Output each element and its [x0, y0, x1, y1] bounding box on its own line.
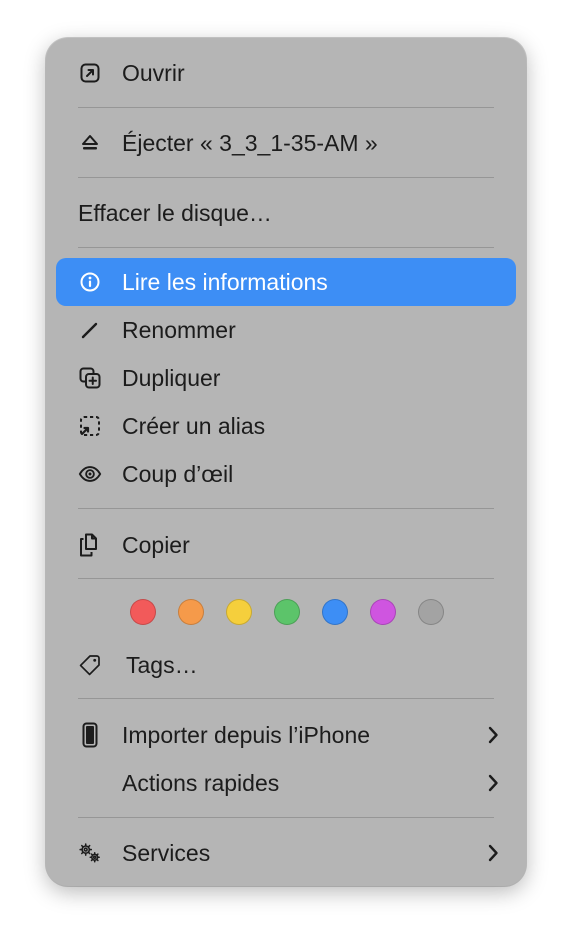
separator	[78, 177, 494, 178]
separator	[78, 508, 494, 509]
tag-color-yellow[interactable]	[226, 599, 252, 625]
open-icon	[78, 61, 102, 85]
menu-item-quick-look[interactable]: Coup d’œil	[56, 450, 516, 498]
copy-icon	[78, 533, 102, 557]
menu-item-label: Créer un alias	[122, 413, 266, 439]
eject-icon	[78, 131, 102, 155]
menu-item-label: Copier	[122, 532, 190, 558]
chevron-right-icon	[486, 772, 500, 794]
menu-item-label: Effacer le disque…	[78, 200, 272, 226]
eye-icon	[78, 462, 102, 486]
tag-icon	[78, 653, 102, 677]
tag-color-swatches	[46, 596, 526, 630]
menu-item-label: Éjecter « 3_3_1-35-AM »	[122, 130, 378, 156]
separator	[78, 247, 494, 248]
tag-color-green[interactable]	[274, 599, 300, 625]
tag-color-blue[interactable]	[322, 599, 348, 625]
menu-item-rename[interactable]: Renommer	[56, 306, 516, 354]
duplicate-icon	[78, 366, 102, 390]
tag-color-gray[interactable]	[418, 599, 444, 625]
menu-item-tags[interactable]: Tags…	[56, 641, 516, 689]
info-icon	[78, 270, 102, 294]
menu-item-services[interactable]: Services	[56, 829, 516, 877]
separator	[78, 107, 494, 108]
menu-item-open[interactable]: Ouvrir	[56, 49, 516, 97]
menu-item-duplicate[interactable]: Dupliquer	[56, 354, 516, 402]
menu-item-import-from-iphone[interactable]: Importer depuis l’iPhone	[56, 711, 516, 759]
context-menu: Ouvrir Éjecter « 3_3_1-35-AM » Effacer l…	[46, 38, 526, 886]
menu-item-copy[interactable]: Copier	[56, 521, 516, 569]
separator	[78, 817, 494, 818]
menu-item-label: Tags…	[126, 652, 198, 678]
menu-item-label: Importer depuis l’iPhone	[122, 722, 371, 748]
chevron-right-icon	[486, 724, 500, 746]
iphone-icon	[78, 722, 102, 748]
tag-color-orange[interactable]	[178, 599, 204, 625]
menu-item-label: Services	[122, 840, 211, 866]
gears-icon	[78, 841, 102, 865]
tag-color-purple[interactable]	[370, 599, 396, 625]
menu-item-label: Renommer	[122, 317, 236, 343]
menu-item-label: Coup d’œil	[122, 461, 234, 487]
menu-item-label: Lire les informations	[122, 269, 328, 295]
separator	[78, 698, 494, 699]
menu-item-label: Actions rapides	[122, 770, 280, 796]
menu-item-erase-disk[interactable]: Effacer le disque…	[56, 189, 516, 237]
menu-item-get-info[interactable]: Lire les informations	[56, 258, 516, 306]
menu-item-eject[interactable]: Éjecter « 3_3_1-35-AM »	[56, 119, 516, 167]
menu-item-quick-actions[interactable]: Actions rapides	[56, 759, 516, 807]
chevron-right-icon	[486, 842, 500, 864]
menu-item-make-alias[interactable]: Créer un alias	[56, 402, 516, 450]
menu-item-label: Ouvrir	[122, 60, 185, 86]
alias-icon	[78, 414, 102, 438]
menu-item-label: Dupliquer	[122, 365, 221, 391]
tag-color-red[interactable]	[130, 599, 156, 625]
separator	[78, 578, 494, 579]
pencil-icon	[78, 318, 102, 342]
